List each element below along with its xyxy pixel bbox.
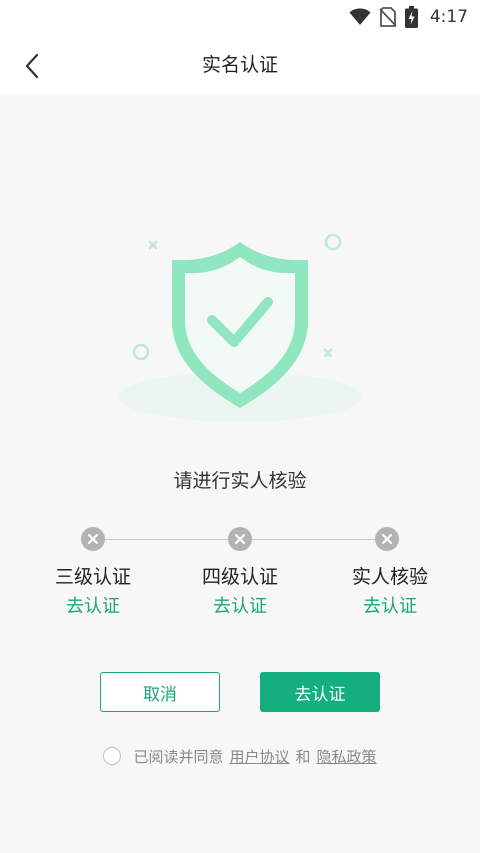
- step-verify-link[interactable]: 去认证: [315, 592, 465, 618]
- step-verify-link[interactable]: 去认证: [165, 592, 315, 618]
- agreement-prefix: 已阅读并同意: [133, 747, 224, 766]
- verify-prompt: 请进行实人核验: [173, 470, 307, 492]
- privacy-policy-link[interactable]: 隐私政策: [317, 746, 377, 767]
- close-circle-icon: [81, 527, 105, 551]
- agreement-conjunction: 和: [295, 747, 311, 766]
- status-icons: 4:17: [349, 5, 468, 29]
- shield-check-illustration: [118, 233, 362, 422]
- nav-bar: 实名认证: [0, 34, 480, 94]
- verification-steps: 三级认证 去认证 四级认证 去认证 实人核验 去认证: [0, 522, 480, 622]
- step-verify-link[interactable]: 去认证: [18, 592, 168, 618]
- agreement-row: 已阅读并同意 用户协议 和 隐私政策: [0, 745, 480, 767]
- page-title: 实名认证: [201, 54, 278, 76]
- status-bar: 4:17: [0, 0, 480, 34]
- step-label: 实人核验: [351, 566, 428, 588]
- step-label: 四级认证: [201, 566, 278, 588]
- wifi-icon: [349, 8, 371, 25]
- agree-radio[interactable]: [103, 747, 122, 765]
- step-label: 三级认证: [54, 566, 131, 588]
- user-agreement-link[interactable]: 用户协议: [229, 746, 289, 767]
- step-connector: [252, 539, 375, 540]
- battery-charging-icon: [404, 6, 418, 28]
- step-connector: [105, 539, 228, 540]
- no-sim-icon: [379, 7, 397, 27]
- close-circle-icon: [375, 527, 399, 551]
- cancel-button[interactable]: 取消: [100, 672, 220, 712]
- main-content: 请进行实人核验 三级认证 去认证 四级认证 去认证 实人核验 去认证 取消 去认…: [0, 94, 480, 853]
- close-circle-icon: [228, 527, 252, 551]
- verify-button[interactable]: 去认证: [260, 672, 380, 712]
- status-time: 4:17: [429, 7, 468, 27]
